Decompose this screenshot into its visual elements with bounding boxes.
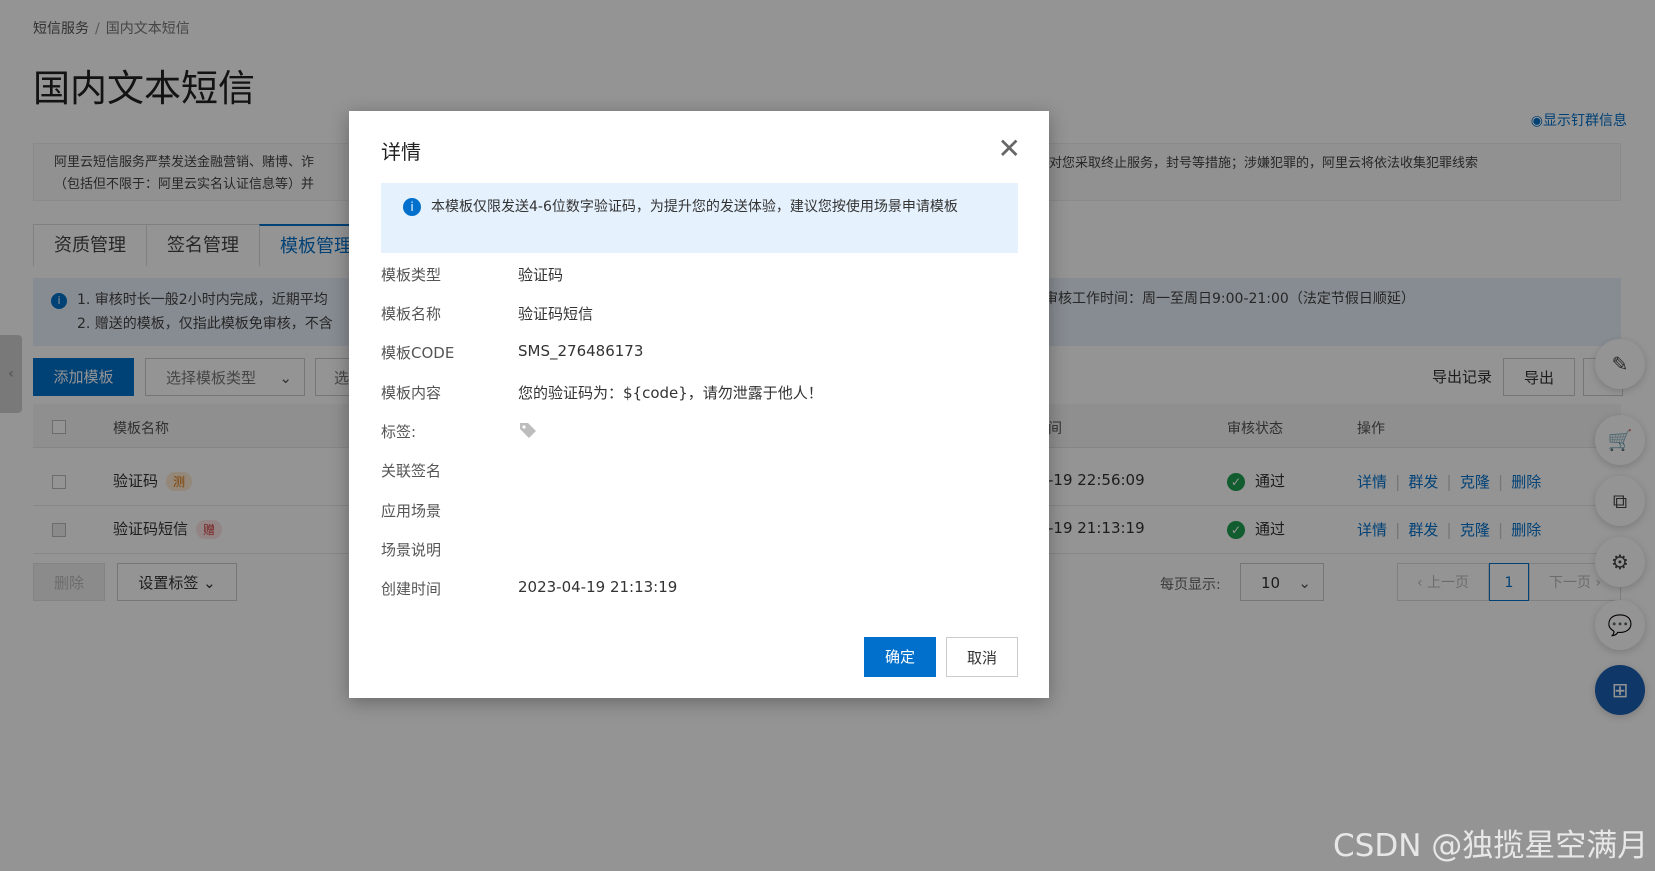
field-label: 创建时间 — [381, 580, 442, 598]
cancel-button[interactable]: 取消 — [946, 637, 1018, 677]
confirm-button[interactable]: 确定 — [864, 637, 936, 677]
field-label: 应用场景 — [381, 502, 442, 520]
field-value: 验证码短信 — [518, 305, 594, 323]
tag-icon[interactable] — [518, 420, 538, 440]
modal-notice-text: 本模板仅限发送4-6位数字验证码，为提升您的发送体验，建议您按使用场景申请模板 — [431, 199, 958, 215]
field-value: 2023-04-19 21:13:19 — [518, 578, 678, 596]
field-value: 您的验证码为：${code}，请勿泄露于他人！ — [518, 384, 823, 402]
field-value: SMS_276486173 — [518, 342, 644, 360]
watermark: CSDN @独揽星空满月 — [1333, 828, 1649, 864]
field-label: 模板内容 — [381, 384, 442, 402]
close-icon[interactable]: ✕ — [998, 135, 1021, 163]
field-label: 标签: — [381, 423, 417, 441]
field-label: 模板类型 — [381, 266, 442, 284]
field-label: 场景说明 — [381, 541, 442, 559]
modal-title: 详情 — [381, 140, 421, 164]
field-value: 验证码 — [518, 266, 564, 284]
info-icon: i — [403, 198, 421, 216]
detail-modal: 详情 ✕ i 本模板仅限发送4-6位数字验证码，为提升您的发送体验，建议您按使用… — [349, 111, 1049, 698]
modal-info-notice: i 本模板仅限发送4-6位数字验证码，为提升您的发送体验，建议您按使用场景申请模… — [381, 183, 1018, 253]
field-label: 模板CODE — [381, 344, 455, 362]
field-label: 关联签名 — [381, 462, 442, 480]
field-label: 模板名称 — [381, 305, 442, 323]
